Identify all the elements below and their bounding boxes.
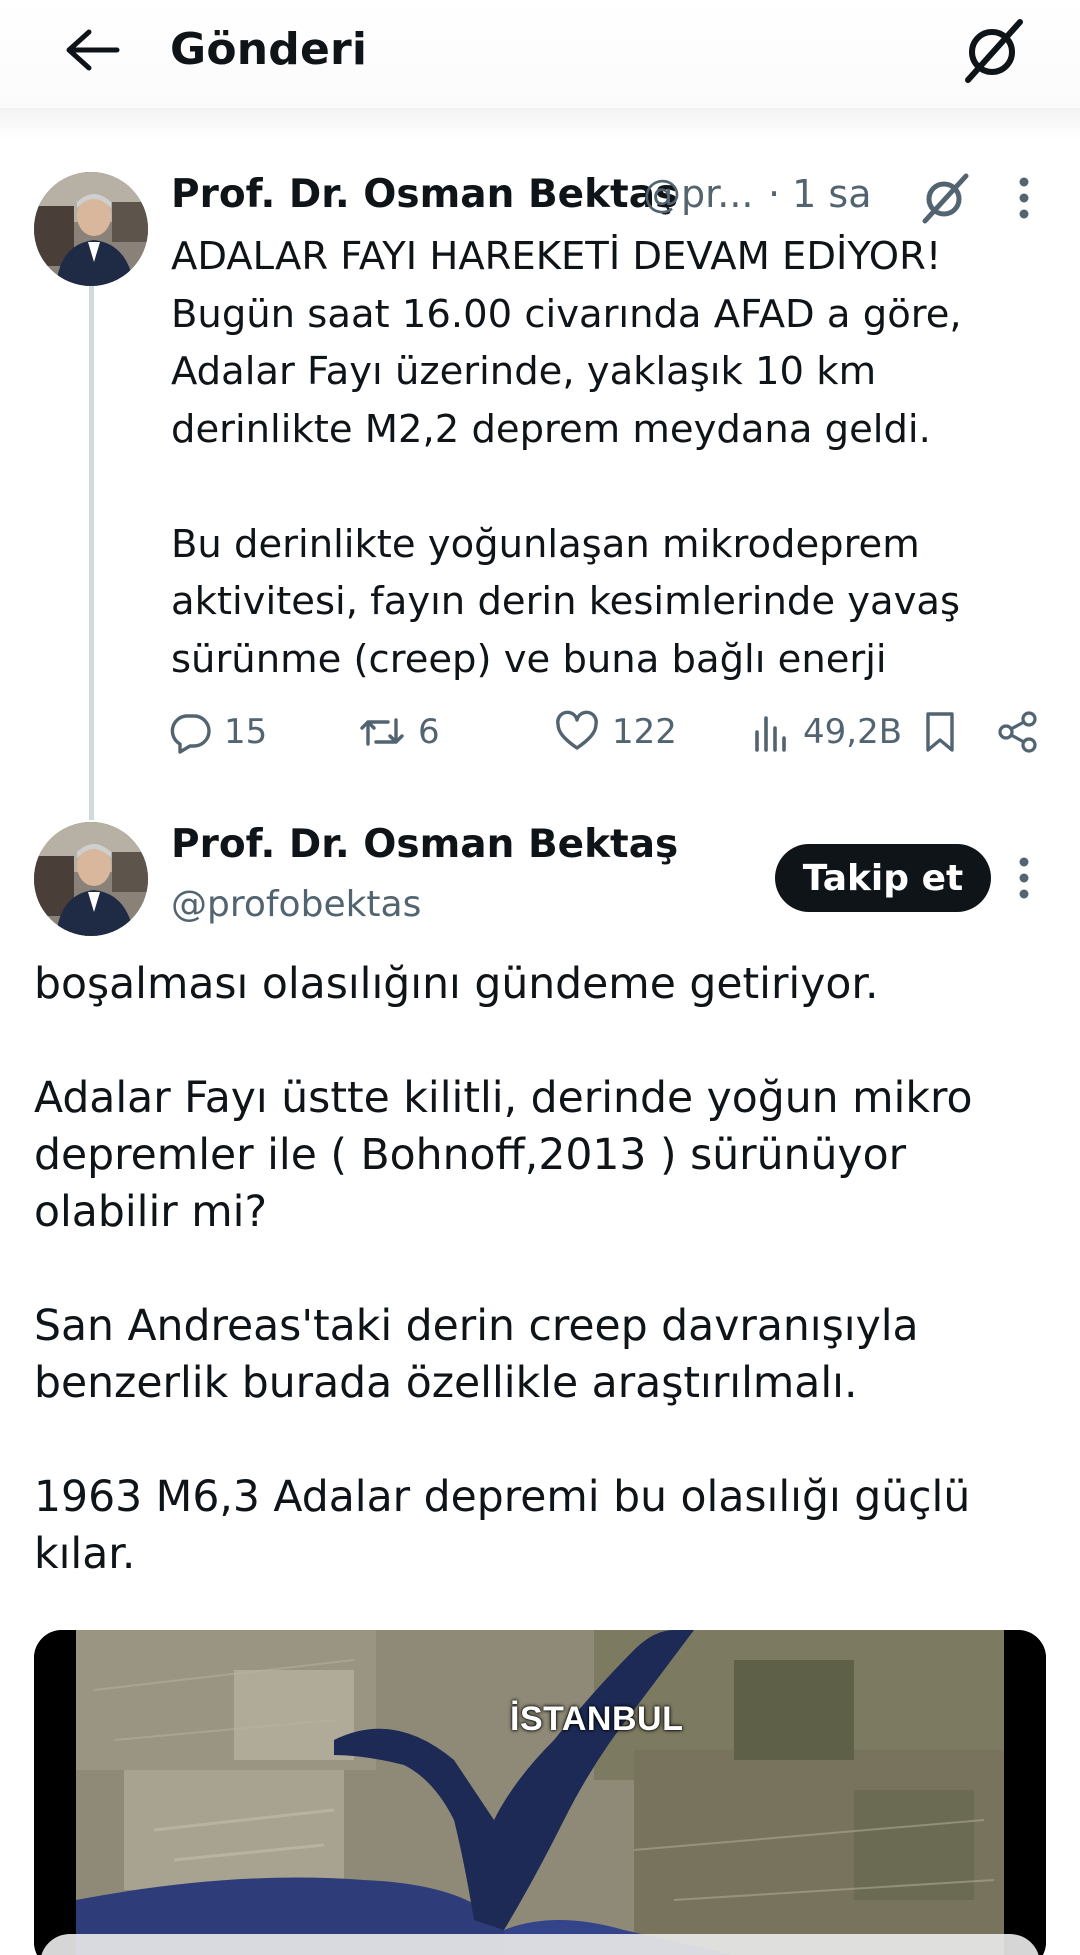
- tweet-line: Adalar Fayı üzerinde, yaklaşık 10 km: [171, 349, 877, 394]
- back-arrow-icon: [66, 29, 120, 71]
- repost-button[interactable]: 6: [358, 704, 440, 760]
- header-shadow: [0, 108, 1080, 140]
- tweet-line: boşalması olasılığını gündeme getiriyor.: [34, 960, 879, 1009]
- tweet-line-blank: [34, 1013, 1054, 1070]
- reply-button[interactable]: 15: [168, 704, 267, 760]
- view-count: 49,2B: [803, 712, 903, 752]
- more-vertical-icon: [1019, 857, 1029, 899]
- map-label: İSTANBUL: [510, 1700, 684, 1738]
- tweet-line: Bu derinlikte yoğunlaşan mikrodeprem: [171, 521, 920, 567]
- avatar[interactable]: [34, 822, 148, 936]
- post-time[interactable]: · 1 sa: [768, 172, 872, 216]
- views-icon: [755, 716, 786, 752]
- grok-button[interactable]: [958, 16, 1030, 86]
- author-name[interactable]: Prof. Dr. Osman Bektaş: [171, 172, 678, 217]
- share-button[interactable]: [996, 704, 1040, 760]
- reply-icon: [170, 714, 211, 754]
- tweet-text: ADALAR FAYI HAREKETİ DEVAM EDİYOR! Bugün…: [171, 228, 1071, 688]
- repost-icon: [360, 718, 404, 746]
- tweet-line-blank: [34, 1241, 1054, 1298]
- tweet-line: depremler ile ( Bohnoff,2013 ) sürünüyor: [34, 1131, 907, 1180]
- tweet-line: olabilir mi?: [34, 1188, 268, 1237]
- back-button[interactable]: [58, 24, 128, 76]
- tweet-text: boşalması olasılığını gündeme getiriyor.…: [34, 956, 1054, 1583]
- tweet-media-video[interactable]: İSTANBUL: [34, 1630, 1046, 1955]
- reply-count: 15: [224, 712, 268, 752]
- heart-icon: [556, 710, 598, 750]
- thread-connector-line: [89, 286, 94, 820]
- tweet-line: derinlikte M2,2 deprem meydana geldi.: [171, 406, 931, 452]
- grok-explain-button[interactable]: [916, 170, 974, 226]
- avatar[interactable]: [34, 172, 148, 286]
- tweet-line: Bugün saat 16.00 civarında AFAD a göre,: [171, 291, 962, 337]
- tweet-line: aktivitesi, fayın derin kesimlerinde yav…: [171, 579, 961, 624]
- more-options-button[interactable]: [1000, 172, 1048, 224]
- author-handle[interactable]: @profobektas: [171, 884, 421, 925]
- tweet-line-blank: [34, 1412, 1054, 1469]
- more-options-button[interactable]: [1000, 852, 1048, 904]
- grok-icon: [922, 173, 969, 224]
- action-bar: 15 6 122 49,2B: [168, 704, 1068, 760]
- follow-button[interactable]: Takip et: [775, 844, 991, 912]
- like-count: 122: [612, 712, 677, 752]
- more-vertical-icon: [1019, 177, 1029, 219]
- tweet-line: ADALAR FAYI HAREKETİ DEVAM EDİYOR!: [171, 234, 942, 279]
- tweet-line-blank: [171, 458, 1071, 516]
- author-name[interactable]: Prof. Dr. Osman Bektaş: [171, 822, 678, 867]
- avatar-photo: [34, 172, 148, 286]
- tweet-line: Adalar Fayı üstte kilitli, derinde yoğun…: [34, 1074, 973, 1123]
- top-bar: Gönderi: [0, 0, 1080, 108]
- share-icon: [998, 711, 1037, 753]
- tweet-line: 1963 M6,3 Adalar depremi bu olasılığı gü…: [34, 1473, 971, 1522]
- tweet-line: San Andreas'taki derin creep davranışıyl…: [34, 1302, 919, 1351]
- grok-icon: [965, 19, 1023, 83]
- page-title: Gönderi: [170, 24, 368, 75]
- bottom-sheet-handle[interactable]: [40, 1934, 1040, 1955]
- avatar-photo: [34, 822, 148, 936]
- repost-count: 6: [418, 712, 440, 752]
- like-button[interactable]: 122: [554, 704, 677, 760]
- bookmark-button[interactable]: [920, 704, 960, 760]
- tweet-line: benzerlik burada özellikle araştırılmalı…: [34, 1359, 858, 1408]
- tweet-line: kılar.: [34, 1530, 136, 1579]
- author-handle[interactable]: @pr...: [643, 172, 754, 216]
- satellite-map-image: [34, 1630, 1046, 1955]
- tweet-line: sürünme (creep) ve buna bağlı enerji: [171, 636, 887, 682]
- bookmark-icon: [926, 712, 954, 752]
- views-button[interactable]: 49,2B: [751, 704, 902, 760]
